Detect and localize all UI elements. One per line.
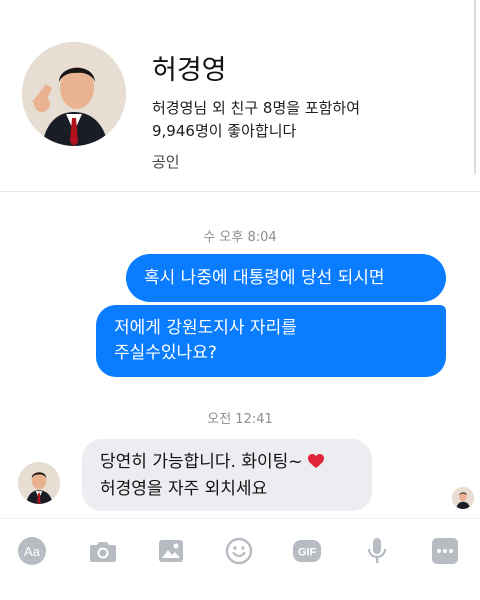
sent-message-bubble[interactable]: 혹시 나중에 대통령에 당선 되시면 <box>126 254 446 302</box>
profile-card[interactable]: 허경영 허경영님 외 친구 8명을 포함하여 9,946명이 좋아합니다 공인 <box>0 0 480 192</box>
message-line: 저에게 강원도지사 자리를 <box>114 318 297 338</box>
camera-icon <box>90 542 116 562</box>
text-input-button[interactable]: Aa <box>17 536 47 566</box>
likes-line-1: 허경영님 외 친구 8명을 포함하여 <box>152 99 361 117</box>
profile-likes-text: 허경영님 외 친구 8명을 포함하여 9,946명이 좋아합니다 <box>152 97 452 143</box>
seen-indicator-avatar <box>452 487 474 509</box>
voice-button[interactable] <box>362 536 392 566</box>
person-photo-icon <box>22 42 126 146</box>
svg-text:GIF: GIF <box>298 547 317 559</box>
more-icon <box>432 538 458 564</box>
received-message-bubble[interactable]: 당연히 가능합니다. 화이팅~ 허경영을 자주 외치세요 <box>82 439 372 511</box>
sent-message-bubble[interactable]: 저에게 강원도지사 자리를 주실수있나요? <box>96 305 446 377</box>
gif-icon: GIF <box>293 540 321 562</box>
message-line: 당연히 가능합니다. 화이팅~ <box>100 450 354 477</box>
profile-name: 허경영 <box>152 55 227 86</box>
emoji-button[interactable] <box>224 536 254 566</box>
message-line: 허경영을 자주 외치세요 <box>100 479 268 499</box>
composer-toolbar: Aa GIF <box>0 518 480 582</box>
person-photo-icon <box>18 462 60 504</box>
person-photo-icon <box>452 487 474 509</box>
profile-avatar[interactable] <box>22 42 126 146</box>
emoji-icon <box>225 537 253 565</box>
more-options-button[interactable] <box>430 536 460 566</box>
gallery-button[interactable] <box>156 536 186 566</box>
bottom-strip <box>0 582 480 600</box>
message-timestamp: 오전 12:41 <box>207 412 273 427</box>
camera-button[interactable] <box>88 536 118 566</box>
message-timestamp: 수 오후 8:04 <box>203 230 277 245</box>
profile-category: 공인 <box>152 153 180 171</box>
card-border <box>473 0 476 175</box>
heart-icon <box>307 452 324 477</box>
message-text: 당연히 가능합니다. 화이팅~ <box>100 452 303 472</box>
svg-text:Aa: Aa <box>24 544 41 559</box>
likes-line-2: 9,946명이 좋아합니다 <box>152 122 297 140</box>
sender-avatar[interactable] <box>18 462 60 504</box>
message-line: 주실수있나요? <box>114 343 217 363</box>
microphone-icon <box>367 538 387 563</box>
gif-button[interactable]: GIF <box>292 536 322 566</box>
text-icon: Aa <box>18 537 46 565</box>
gallery-icon <box>159 540 183 562</box>
